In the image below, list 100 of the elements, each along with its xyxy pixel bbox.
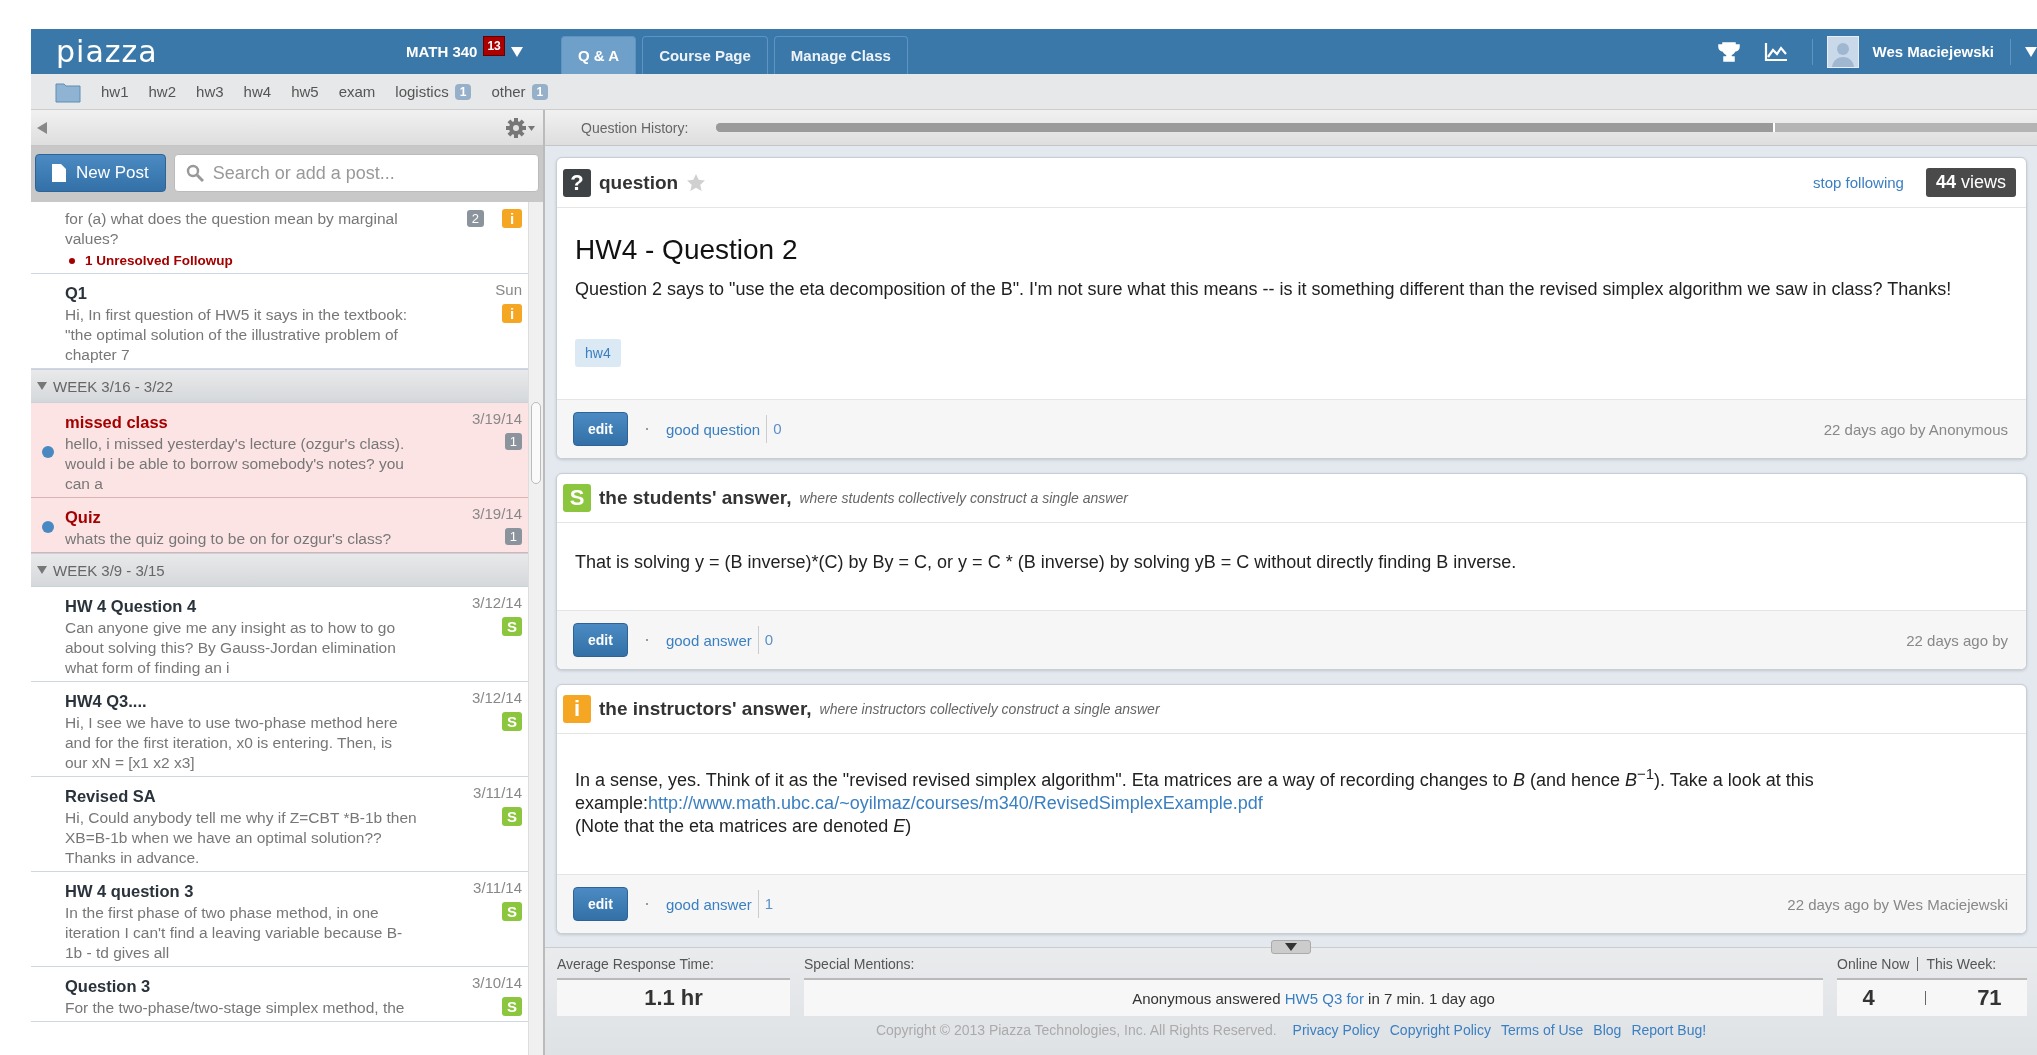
gear-icon[interactable] — [505, 116, 535, 139]
new-post-button[interactable]: New Post — [35, 154, 166, 192]
toggle-button[interactable] — [1271, 940, 1311, 954]
folder-link[interactable]: other 1 — [491, 83, 549, 100]
post-snippet: Hi, Could anybody tell me why if Z=CBT *B-1b then XB=B-1b when we have an optimal solution?? Thanks in advance. — [65, 808, 418, 868]
post-title: HW 4 Question 4 — [65, 596, 198, 617]
folder-link[interactable]: logistics 1 — [395, 83, 472, 100]
footer-link[interactable]: Report Bug! — [1631, 1022, 1707, 1038]
answer-badge: i — [502, 209, 522, 228]
nav-tab[interactable]: Manage Class — [773, 36, 908, 74]
week-label: WEEK 3/16 - 3/22 — [53, 377, 174, 395]
search-field[interactable]: Search or add a post... — [173, 154, 539, 192]
history-slider[interactable] — [716, 123, 2037, 132]
good-question-link[interactable]: good question — [665, 420, 761, 438]
answer-badge: S — [502, 997, 522, 1016]
scrollbar[interactable] — [528, 202, 543, 1055]
post-snippet: whats the quiz going to be on for ozgur's class? — [65, 529, 393, 549]
post-type-label: question — [599, 171, 679, 194]
post-title: Quiz — [65, 507, 102, 528]
answer-badge: S — [502, 712, 522, 731]
tag-chip[interactable]: hw4 — [575, 339, 621, 367]
answer-badge: i — [502, 304, 522, 323]
week-header[interactable]: WEEK 3/16 - 3/22 — [31, 369, 528, 403]
answer-text: (Note that the eta matrices are denoted E) — [575, 815, 913, 838]
document-icon — [52, 164, 66, 182]
mention-text: Anonymous answered HW5 Q3 for in 7 min. 1 day ago — [1132, 989, 1495, 1007]
stat-value: 71 — [1977, 985, 2002, 1011]
stop-following-link[interactable]: stop following — [1813, 174, 1904, 191]
answer-text: In a sense, yes. Think of it as the "revised revised simplex algorithm". Eta matrices are a way of recording changes to B (and hence B$^{−1}$). Take a look at this example:http://www.math.ubc.ca/~oyilmaz/courses/m340/RevisedSimplexExample.pdf — [575, 764, 1815, 815]
answer-badge: S — [502, 902, 522, 921]
url-link[interactable]: http://www.math.ubc.ca/~oyilmaz/courses/m340/RevisedSimplexExample.pdf — [648, 793, 1263, 813]
caret-icon — [1285, 943, 1297, 951]
post-title: missed class — [65, 412, 169, 433]
post-snippet: Can anyone give me any insight as to how to go about solving this? By Gauss-Jordan elimination what form of finding an i — [65, 618, 397, 678]
answer-badge: S — [502, 617, 522, 636]
folder-link[interactable]: hw2 — [148, 83, 177, 100]
piazza-logo[interactable]: piazza — [56, 34, 406, 69]
count-badge: 1 — [531, 83, 549, 100]
week-label: WEEK 3/9 - 3/15 — [53, 561, 165, 579]
nav-tab[interactable]: Q & A — [561, 36, 637, 74]
caret-icon[interactable] — [510, 46, 523, 57]
avatar-icon[interactable] — [1826, 35, 1859, 68]
notification-badge: 13 — [483, 35, 505, 56]
post-date: 3/11/14 — [473, 879, 522, 896]
answer-badge: S — [502, 807, 522, 826]
answer-subtitle: where instructors collectively construct a single answer — [819, 701, 1160, 717]
star-icon[interactable] — [686, 172, 707, 193]
folder-link[interactable]: hw4 — [243, 83, 272, 100]
nav-tab[interactable]: Course Page — [642, 36, 768, 74]
post-title: Question 3 — [65, 976, 152, 997]
search-icon — [185, 164, 204, 182]
trophy-icon[interactable] — [1717, 41, 1740, 62]
folder-link[interactable]: hw5 — [291, 83, 319, 100]
edit-button[interactable]: edit — [573, 623, 628, 657]
post-title: HW4 - Question 2 — [575, 234, 799, 266]
collapse-icon[interactable] — [37, 121, 47, 134]
folder-icon[interactable] — [55, 80, 81, 103]
caret-icon[interactable] — [2025, 46, 2037, 57]
post-date: 3/11/14 — [473, 784, 522, 801]
followup-note: 1 Unresolved Followup — [65, 249, 418, 270]
answer-heading: the instructors' answer, — [599, 698, 812, 720]
week-header[interactable]: WEEK 3/9 - 3/15 — [31, 553, 528, 587]
chart-icon[interactable] — [1763, 41, 1788, 62]
post-title: Q1 — [65, 283, 88, 304]
post-date: 3/12/14 — [471, 594, 522, 611]
edit-button[interactable]: edit — [573, 412, 628, 446]
post-date: Sun — [495, 281, 522, 298]
post-snippet: In the first phase of two phase method, in one iteration I can't find a leaving variable because B-1b - td gives all — [65, 903, 404, 963]
question-icon: ? — [563, 168, 591, 197]
user-name[interactable]: Wes Maciejewski — [1872, 43, 1994, 60]
stat-label: Average Response Time: — [557, 956, 715, 972]
post-title: HW 4 question 3 — [65, 881, 195, 902]
post-date: 3/19/14 — [471, 410, 522, 427]
answer-type-icon: i — [563, 695, 591, 723]
unread-dot — [42, 521, 54, 533]
post-item[interactable]: missed class hello, i missed yesterday's lecture (ozgur's class). would i be able to borrow somebody's notes? you can a 3/19/14 1 — [31, 403, 528, 498]
footer-link[interactable]: Copyright Policy — [1389, 1022, 1491, 1038]
post-link[interactable]: HW5 Q3 for — [1284, 989, 1364, 1007]
edit-button[interactable]: edit — [573, 887, 628, 921]
good-answer-link[interactable]: good answer — [665, 631, 752, 649]
post-title: HW4 Q3.... — [65, 691, 148, 712]
count-badge: 1 — [504, 528, 522, 545]
post-date: 3/19/14 — [471, 505, 522, 522]
footer-link[interactable]: Terms of Use — [1500, 1022, 1584, 1038]
post-snippet: hello, i missed yesterday's lecture (ozgur's class). would i be able to borrow somebody's notes? you can a — [65, 434, 406, 494]
copyright-text: Copyright © 2013 Piazza Technologies, Inc. All Rights Reserved. — [875, 1022, 1277, 1038]
folder-link[interactable]: hw3 — [196, 83, 224, 100]
post-item[interactable]: Quiz whats the quiz going to be on for ozgur's class? 3/19/14 1 — [31, 498, 528, 553]
post-meta: 22 days ago by Anonymous — [1823, 420, 2008, 438]
footer-link[interactable]: Blog — [1593, 1022, 1622, 1038]
post-meta: 22 days ago by — [1906, 631, 2008, 649]
count-badge: 2 — [466, 210, 484, 227]
post-date: 3/10/14 — [471, 974, 522, 991]
course-name[interactable]: MATH 340 — [406, 43, 478, 60]
folder-link[interactable]: exam — [338, 83, 376, 100]
vote-count: 0 — [757, 626, 774, 654]
footer-link[interactable]: Privacy Policy — [1292, 1022, 1380, 1038]
good-answer-link[interactable]: good answer — [665, 895, 752, 913]
folder-link[interactable]: hw1 — [101, 83, 129, 100]
answer-subtitle: where students collectively construct a single answer — [799, 490, 1128, 506]
